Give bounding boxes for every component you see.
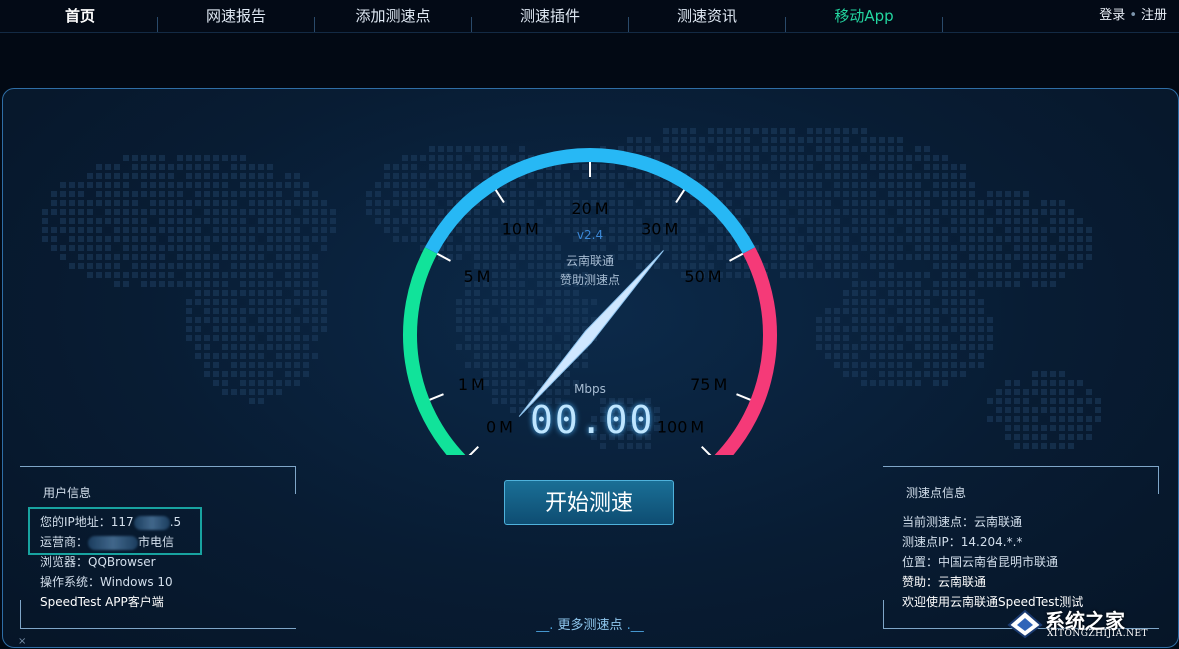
- top-nav: 首页 网速报告 添加测速点 测速插件 测速资讯 移动App 登录 • 注册: [0, 0, 1179, 33]
- more-link-prefix: __.: [536, 618, 554, 633]
- gauge-tick-label: 1M: [458, 375, 485, 394]
- nav-divider: [628, 17, 629, 32]
- user-browser-value: QQBrowser: [88, 555, 156, 569]
- auth-separator: •: [1129, 8, 1137, 23]
- more-link-label: 更多测速点: [557, 618, 623, 633]
- close-icon[interactable]: ×: [18, 636, 26, 647]
- nav-divider: [942, 17, 943, 32]
- gauge-tick-label: 20 M: [571, 199, 608, 218]
- register-link[interactable]: 注册: [1141, 8, 1167, 23]
- user-os-value: Windows 10: [100, 575, 173, 589]
- user-os-label: 操作系统：: [40, 575, 101, 589]
- server-sponsor-row: 赞助：云南联通: [902, 573, 986, 590]
- server-current-value: 云南联通: [974, 515, 1023, 529]
- box-border: [1158, 466, 1159, 494]
- user-os-row: 操作系统：Windows 10: [40, 573, 173, 590]
- user-browser-label: 浏览器：: [40, 555, 89, 569]
- speed-readout: 00.00: [530, 398, 655, 442]
- gauge-tick-mark: [436, 252, 451, 262]
- gauge-tick-mark: [729, 252, 744, 262]
- server-location-value: 中国云南省昆明市联通: [938, 555, 1059, 569]
- box-border: [20, 628, 296, 629]
- speed-unit: Mbps: [574, 382, 606, 396]
- server-sponsor-value: 云南联通: [938, 575, 987, 589]
- gauge-tick-mark: [701, 446, 712, 455]
- server-sponsor-label: 赞助：: [902, 575, 939, 589]
- nav-mobile-app[interactable]: 移动App: [814, 0, 914, 32]
- gauge-tick-mark: [736, 393, 751, 401]
- auth-links: 登录 • 注册: [1099, 0, 1167, 32]
- nav-speed-news[interactable]: 测速资讯: [657, 0, 757, 32]
- app-client-link[interactable]: SpeedTest APP客户端: [40, 593, 164, 610]
- highlight-box: [28, 507, 202, 555]
- nav-divider: [785, 17, 786, 32]
- server-location-label: 位置：: [902, 555, 939, 569]
- server-current-row: 当前测速点：云南联通: [902, 513, 1022, 530]
- server-location-row: 位置：中国云南省昆明市联通: [902, 553, 1058, 570]
- gauge-tick-label: 100 M: [657, 418, 704, 437]
- nav-divider: [314, 17, 315, 32]
- gauge-tick-label: 30 M: [641, 220, 678, 239]
- more-test-points-link[interactable]: __. 更多测速点 .__: [520, 614, 660, 633]
- gauge-tick-mark: [675, 189, 686, 204]
- nav-speed-plugin[interactable]: 测速插件: [500, 0, 600, 32]
- gauge-tick-label: 10 M: [502, 220, 539, 239]
- nav-home[interactable]: 首页: [30, 0, 130, 32]
- nav-divider: [157, 17, 158, 32]
- sponsor-name: 云南联通: [565, 254, 614, 268]
- user-info-title: 用户信息: [43, 486, 92, 500]
- box-border: [883, 466, 1159, 467]
- gauge-tick-label: 5M: [463, 267, 490, 286]
- server-ip-value: 14.204.*.*: [960, 535, 1023, 549]
- gauge-tick-label: 75 M: [690, 375, 727, 394]
- server-ip-row: 测速点IP：14.204.*.*: [902, 533, 1022, 550]
- gauge-tick-label: 0M: [486, 418, 513, 437]
- nav-divider: [471, 17, 472, 32]
- server-ip-label: 测速点IP：: [902, 535, 961, 549]
- site-watermark: 系统之家 XITONGZHIJIA.NET: [1003, 603, 1171, 643]
- gauge-tick-mark: [429, 393, 444, 401]
- box-border: [295, 466, 296, 494]
- login-link[interactable]: 登录: [1099, 8, 1125, 23]
- box-border: [883, 600, 884, 628]
- watermark-logo-icon: [1007, 609, 1043, 639]
- more-link-suffix: .__: [626, 618, 644, 633]
- gauge-arc-segment: [714, 247, 777, 455]
- start-test-button[interactable]: 开始测速: [504, 480, 674, 525]
- watermark-url: XITONGZHIJIA.NET: [1047, 629, 1149, 639]
- gauge-tick-mark: [468, 446, 479, 455]
- gauge-tick-label: 50 M: [684, 267, 721, 286]
- gauge-tick-mark: [494, 189, 505, 204]
- nav-speed-report[interactable]: 网速报告: [186, 0, 286, 32]
- user-browser-row: 浏览器：QQBrowser: [40, 553, 156, 570]
- box-border: [20, 466, 296, 467]
- sponsor-caption: 赞助测速点: [559, 273, 620, 287]
- version-label: v2.4: [576, 228, 604, 242]
- server-current-label: 当前测速点：: [902, 515, 975, 529]
- nav-add-test-point[interactable]: 添加测速点: [343, 0, 443, 32]
- box-border: [20, 600, 21, 628]
- gauge-arc-segment: [403, 247, 466, 455]
- server-info-title: 测速点信息: [906, 486, 967, 500]
